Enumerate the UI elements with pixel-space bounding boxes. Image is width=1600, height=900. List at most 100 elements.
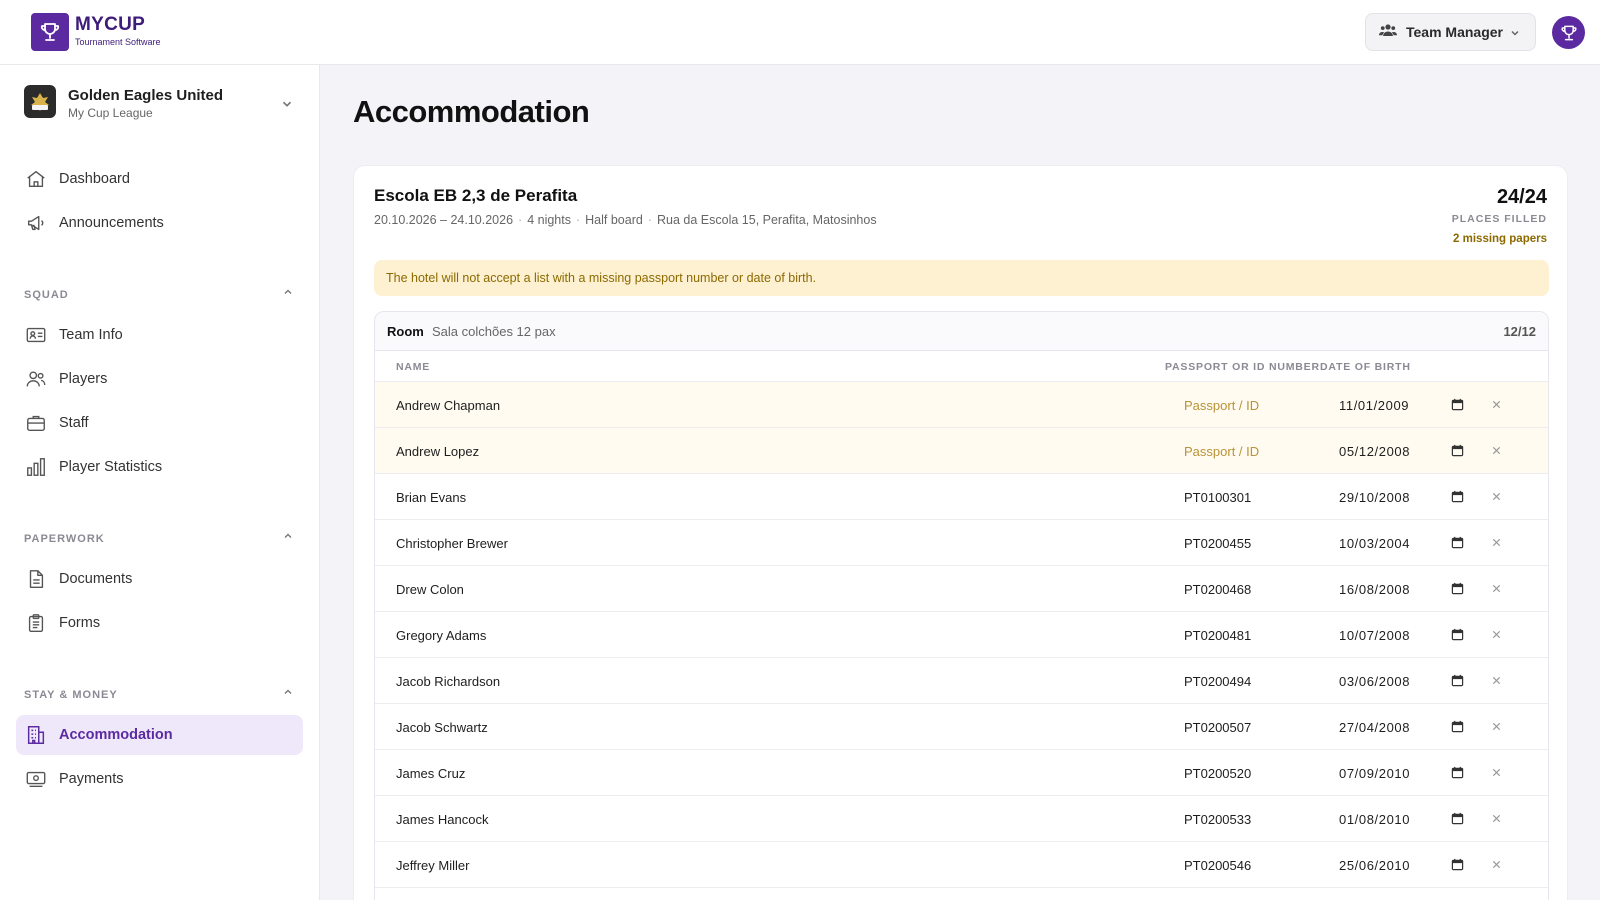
section-stay-money-toggle[interactable]: STAY & MONEY	[24, 685, 294, 701]
table-body: Andrew Chapman Passport / ID 11/01/2009 And…	[375, 382, 1548, 888]
team-name: Golden Eagles United	[68, 87, 224, 104]
venue-address: Rua da Escola 15, Perafita, Matosinhos	[657, 213, 877, 227]
app-name: MYCUP	[75, 14, 146, 35]
dob-field[interactable]: 11/01/2009	[1339, 398, 1409, 413]
nav-documents[interactable]: Documents	[16, 559, 303, 599]
table-row: Andrew Lopez Passport / ID 05/12/2008	[375, 428, 1548, 474]
nav-label: Player Statistics	[59, 459, 163, 475]
dob-field[interactable]: 05/12/2008	[1339, 444, 1410, 459]
passport-field[interactable]: PT0200455	[1184, 536, 1251, 551]
section-paperwork-toggle[interactable]: PAPERWORK	[24, 529, 294, 545]
team-users-icon	[1379, 22, 1397, 43]
remove-icon[interactable]	[1491, 582, 1502, 597]
venue-name: Escola EB 2,3 de Perafita	[374, 186, 578, 205]
nav-label: Players	[59, 371, 108, 387]
table-row: James Hancock PT0200533 01/08/2010	[375, 796, 1548, 842]
remove-icon[interactable]	[1491, 398, 1502, 413]
dob-field[interactable]: 10/03/2004	[1339, 536, 1410, 551]
id-card-icon	[25, 324, 47, 346]
nav-label: Team Info	[59, 327, 123, 343]
nav-dashboard[interactable]: Dashboard	[16, 159, 303, 199]
calendar-icon[interactable]	[1451, 628, 1464, 644]
nav-forms[interactable]: Forms	[16, 603, 303, 643]
passport-field[interactable]: PT0100301	[1184, 490, 1251, 505]
calendar-icon[interactable]	[1451, 398, 1464, 414]
sidebar: Golden Eagles United My Cup League Dashb…	[0, 65, 320, 900]
calendar-icon[interactable]	[1451, 490, 1464, 506]
nav-team-info[interactable]: Team Info	[16, 315, 303, 355]
venue-meta: 20.10.2026 – 24.10.2026 · 4 nights · Half bo…	[374, 213, 877, 227]
trophy-logo-icon[interactable]	[31, 13, 69, 51]
team-selector[interactable]: Golden Eagles United My Cup League	[24, 85, 299, 121]
calendar-icon[interactable]	[1451, 444, 1464, 460]
places-count: 24/24	[1496, 186, 1547, 208]
guest-name: Jeffrey Miller	[396, 858, 470, 873]
room-count: 12/12	[1503, 324, 1536, 339]
home-icon	[25, 168, 47, 190]
briefcase-icon	[25, 412, 47, 434]
dob-field[interactable]: 16/08/2008	[1339, 582, 1410, 597]
chevron-up-icon	[282, 529, 294, 547]
calendar-icon[interactable]	[1451, 766, 1464, 782]
venue-nights: 4 nights	[527, 213, 571, 227]
remove-icon[interactable]	[1491, 858, 1502, 873]
passport-field[interactable]: PT0200533	[1184, 812, 1251, 827]
remove-icon[interactable]	[1491, 444, 1502, 459]
clipboard-icon	[25, 612, 47, 634]
nav-players[interactable]: Players	[16, 359, 303, 399]
app-tagline: Tournament Software	[75, 37, 161, 47]
user-avatar[interactable]	[1552, 16, 1585, 49]
calendar-icon[interactable]	[1451, 536, 1464, 552]
guest-name: Jacob Richardson	[396, 674, 501, 689]
dob-field[interactable]: 07/09/2010	[1339, 766, 1410, 781]
guest-name: Andrew Lopez	[396, 444, 480, 459]
nav-player-statistics[interactable]: Player Statistics	[16, 447, 303, 487]
nav-accommodation[interactable]: Accommodation	[16, 715, 303, 755]
remove-icon[interactable]	[1491, 628, 1502, 643]
dob-field[interactable]: 27/04/2008	[1339, 720, 1410, 735]
nav-label: Accommodation	[59, 727, 173, 743]
calendar-icon[interactable]	[1451, 582, 1464, 598]
venue-dates: 20.10.2026 – 24.10.2026	[374, 213, 514, 227]
passport-field[interactable]: PT0200481	[1184, 628, 1251, 643]
passport-field[interactable]: PT0200546	[1184, 858, 1251, 873]
table-row: Jacob Richardson PT0200494 03/06/2008	[375, 658, 1548, 704]
room-header: Room Sala colchões 12 pax 12/12	[375, 312, 1548, 351]
table-row: Drew Colon PT0200468 16/08/2008	[375, 566, 1548, 612]
remove-icon[interactable]	[1491, 674, 1502, 689]
passport-field[interactable]: PT0200494	[1184, 674, 1251, 689]
chevron-up-icon	[282, 285, 294, 303]
chevron-down-icon	[1509, 26, 1521, 44]
accommodation-card: Escola EB 2,3 de Perafita 20.10.2026 – 2…	[353, 165, 1568, 900]
section-title: STAY & MONEY	[24, 689, 118, 701]
dob-field[interactable]: 29/10/2008	[1339, 490, 1410, 505]
nav-announcements[interactable]: Announcements	[16, 203, 303, 243]
passport-field[interactable]: PT0200520	[1184, 766, 1251, 781]
guest-name: James Hancock	[396, 812, 489, 827]
passport-field[interactable]: PT0200468	[1184, 582, 1251, 597]
calendar-icon[interactable]	[1451, 858, 1464, 874]
passport-field[interactable]: Passport / ID	[1184, 398, 1259, 413]
dob-field[interactable]: 25/06/2010	[1339, 858, 1410, 873]
calendar-icon[interactable]	[1451, 720, 1464, 736]
role-switcher-button[interactable]: Team Manager	[1365, 13, 1536, 51]
remove-icon[interactable]	[1491, 536, 1502, 551]
remove-icon[interactable]	[1491, 766, 1502, 781]
document-icon	[25, 568, 47, 590]
section-squad-toggle[interactable]: SQUAD	[24, 285, 294, 301]
passport-field[interactable]: Passport / ID	[1184, 444, 1259, 459]
remove-icon[interactable]	[1491, 490, 1502, 505]
calendar-icon[interactable]	[1451, 674, 1464, 690]
dob-field[interactable]: 01/08/2010	[1339, 812, 1410, 827]
dob-field[interactable]: 10/07/2008	[1339, 628, 1410, 643]
nav-staff[interactable]: Staff	[16, 403, 303, 443]
remove-icon[interactable]	[1491, 720, 1502, 735]
remove-icon[interactable]	[1491, 812, 1502, 827]
dob-field[interactable]: 03/06/2008	[1339, 674, 1410, 689]
guest-name: Christopher Brewer	[396, 536, 508, 551]
table-row: Gregory Adams PT0200481 10/07/2008	[375, 612, 1548, 658]
passport-field[interactable]: PT0200507	[1184, 720, 1251, 735]
calendar-icon[interactable]	[1451, 812, 1464, 828]
team-crest-icon	[24, 85, 56, 118]
nav-payments[interactable]: Payments	[16, 759, 303, 799]
